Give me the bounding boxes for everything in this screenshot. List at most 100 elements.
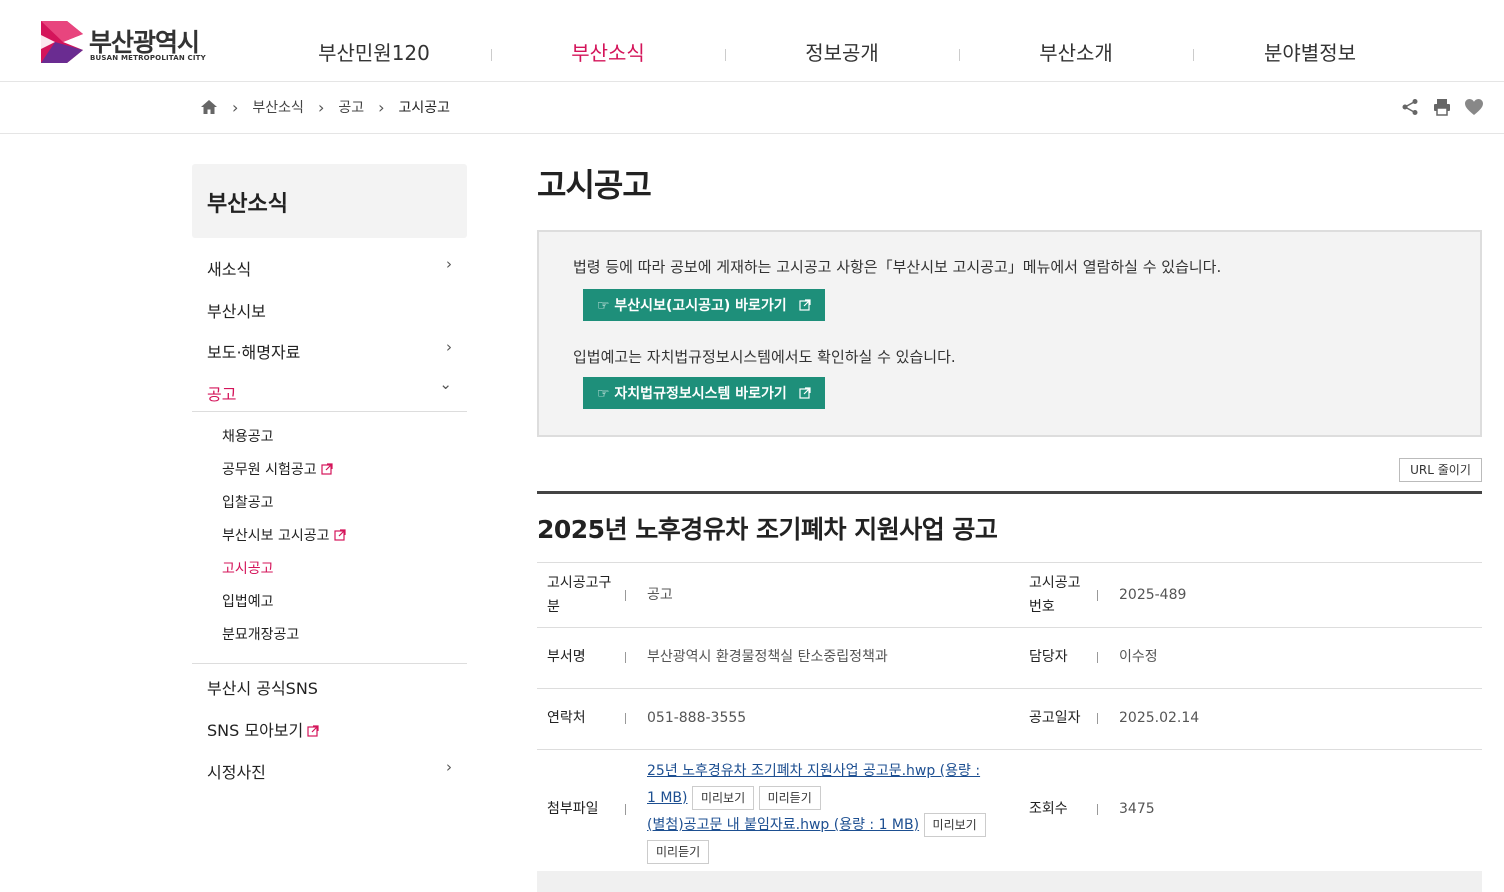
sidebar-item-label: 부산시보 [207,302,266,321]
site-header: 부산광역시 BUSAN METROPOLITAN CITY 부산민원120 부산… [0,0,1504,82]
sidebar-divider [192,663,467,664]
url-shorten-button[interactable]: URL 줄이기 [1399,458,1482,482]
breadcrumb-bar: › 부산소식 › 공고 › 고시공고 [0,83,1504,134]
attachment-file-1: 25년 노후경유차 조기폐차 지원사업 공고문.hwp (용량 : 1 MB) … [647,758,1007,812]
attachment-link[interactable]: (별첨)공고문 내 붙임자료.hwp (용량 : 1 MB) [647,817,919,833]
share-icon[interactable] [1400,97,1420,117]
heart-icon[interactable] [1464,97,1484,117]
label-department: 부서명 [547,649,586,665]
chevron-right-icon: › [232,97,239,117]
sub-item-public-notice[interactable]: 고시공고 [222,558,274,578]
sub-item-exam[interactable]: 공무원 시험공고 [222,459,333,479]
breadcrumb-item[interactable]: 공고 [338,97,364,117]
attachment-file-2: (별첨)공고문 내 붙임자료.hwp (용량 : 1 MB) 미리보기 미리듣기 [647,812,1007,866]
attachment-link[interactable]: 25년 노후경유차 조기폐차 지원사업 공고문.hwp (용량 : [647,763,980,779]
breadcrumb-item[interactable]: 부산소식 [252,97,304,117]
sub-item-bid[interactable]: 입찰공고 [222,492,274,512]
value-department: 부산광역시 환경물정책실 탄소중립정책과 [647,649,888,665]
external-link-icon [799,299,811,311]
breadcrumb: › 부산소식 › 공고 › 고시공고 [200,97,450,117]
busan-logo-mark-icon [41,21,83,63]
sub-item-legislation[interactable]: 입법예고 [222,591,274,611]
label-notice-number: 고시공고번호 [1029,571,1081,619]
sidebar-item-label: 시정사진 [207,763,266,782]
busan-logo[interactable]: 부산광역시 BUSAN METROPOLITAN CITY [41,21,211,63]
sub-item-label: 부산시보 고시공고 [222,528,330,544]
divider [625,804,626,815]
sidebar-title: 부산소식 [207,192,288,217]
sidebar-title-box: 부산소식 [192,164,467,238]
sidebar-item-gazette[interactable]: 부산시보 [192,290,467,328]
sidebar-divider [192,411,467,412]
sidebar-item-label-text: SNS 모아보기 [207,721,304,740]
sidebar-item-sns-collection[interactable]: SNS 모아보기 [192,709,467,747]
external-link-icon [321,463,333,475]
value-contact: 051-888-3555 [647,710,747,726]
label-views: 조회수 [1029,801,1068,817]
button-label: ☞ 자치법규정보시스템 바로가기 [597,386,787,402]
button-label: ☞ 부산시보(고시공고) 바로가기 [597,298,787,314]
sidebar-item-news[interactable]: 새소식 › [192,248,467,286]
divider [625,590,626,601]
value-notice-number: 2025-489 [1119,587,1187,603]
label-line: 고시공고 [1029,575,1081,591]
sidebar-item-notice[interactable]: 공고 ⌄ [192,373,467,411]
sub-item-gazette-notice[interactable]: 부산시보 고시공고 [222,525,346,545]
sidebar-item-label: 보도·해명자료 [207,343,301,362]
chevron-right-icon: › [446,255,452,273]
label-line: 분 [547,599,560,615]
gnb-item-news[interactable]: 부산소식 [491,38,725,70]
page-title: 고시공고 [537,166,652,204]
gazette-shortcut-button[interactable]: ☞ 부산시보(고시공고) 바로가기 [583,289,825,321]
divider [625,713,626,724]
listen-button[interactable]: 미리듣기 [647,840,710,864]
value-views: 3475 [1119,801,1155,817]
divider [1097,652,1098,663]
content-body-area [537,871,1482,892]
preview-button[interactable]: 미리보기 [923,813,986,837]
sidebar-item-sns[interactable]: 부산시 공식SNS [192,667,467,705]
value-notice-date: 2025.02.14 [1119,710,1200,726]
label-manager: 담당자 [1029,649,1068,665]
preview-button[interactable]: 미리보기 [691,786,755,810]
value-category: 공고 [647,587,673,603]
sub-item-recruit[interactable]: 채용공고 [222,426,274,446]
legislation-shortcut-button[interactable]: ☞ 자치법규정보시스템 바로가기 [583,377,825,409]
divider [1097,590,1098,601]
chevron-right-icon: › [317,97,325,117]
global-nav: 부산민원120 부산소식 정보공개 부산소개 분야별정보 [257,38,1427,70]
sidebar-item-label: 새소식 [207,260,252,279]
breadcrumb-current[interactable]: 고시공고 [399,97,451,117]
notice-text-gazette: 법령 등에 따라 공보에 게재하는 고시공고 사항은「부산시보 고시공고」메뉴에… [573,258,1222,276]
sub-item-label: 공무원 시험공고 [222,462,317,478]
document-title: 2025년 노후경유차 조기폐차 지원사업 공고 [537,515,998,544]
chevron-right-icon: › [446,758,452,776]
table-row: 첨부파일 25년 노후경유차 조기폐차 지원사업 공고문.hwp (용량 : 1… [537,750,1482,871]
external-link-icon [333,529,346,541]
sub-item-grave[interactable]: 분묘개장공고 [222,624,299,644]
divider [625,652,626,663]
attachment-link[interactable]: 1 MB) [647,790,688,806]
sidebar-item-photos[interactable]: 시정사진 › [192,751,467,789]
sidebar-item-label: 공고 [207,385,237,404]
gnb-item-civil[interactable]: 부산민원120 [257,38,491,70]
label-category: 고시공고구분 [547,571,611,619]
sidebar-item-label: SNS 모아보기 [207,717,319,741]
value-manager: 이수정 [1119,649,1158,665]
print-icon[interactable] [1432,97,1452,117]
external-link-icon [799,387,811,399]
listen-button[interactable]: 미리듣기 [758,786,821,810]
label-line: 번호 [1029,599,1055,615]
chevron-right-icon: › [446,338,452,356]
home-icon[interactable] [200,98,218,116]
sidebar-item-label: 부산시 공식SNS [207,679,318,698]
notice-box: 법령 등에 따라 공보에 게재하는 고시공고 사항은「부산시보 고시공고」메뉴에… [537,230,1482,437]
gnb-item-intro[interactable]: 부산소개 [959,38,1193,70]
label-line: 고시공고구 [547,575,612,591]
chevron-right-icon: › [378,97,385,117]
sidebar-item-press[interactable]: 보도·해명자료 › [192,331,467,369]
gnb-item-fields[interactable]: 분야별정보 [1193,38,1427,70]
attachment-list: 25년 노후경유차 조기폐차 지원사업 공고문.hwp (용량 : 1 MB) … [647,758,1007,866]
gnb-item-info[interactable]: 정보공개 [725,38,959,70]
document-top-line [537,491,1482,494]
